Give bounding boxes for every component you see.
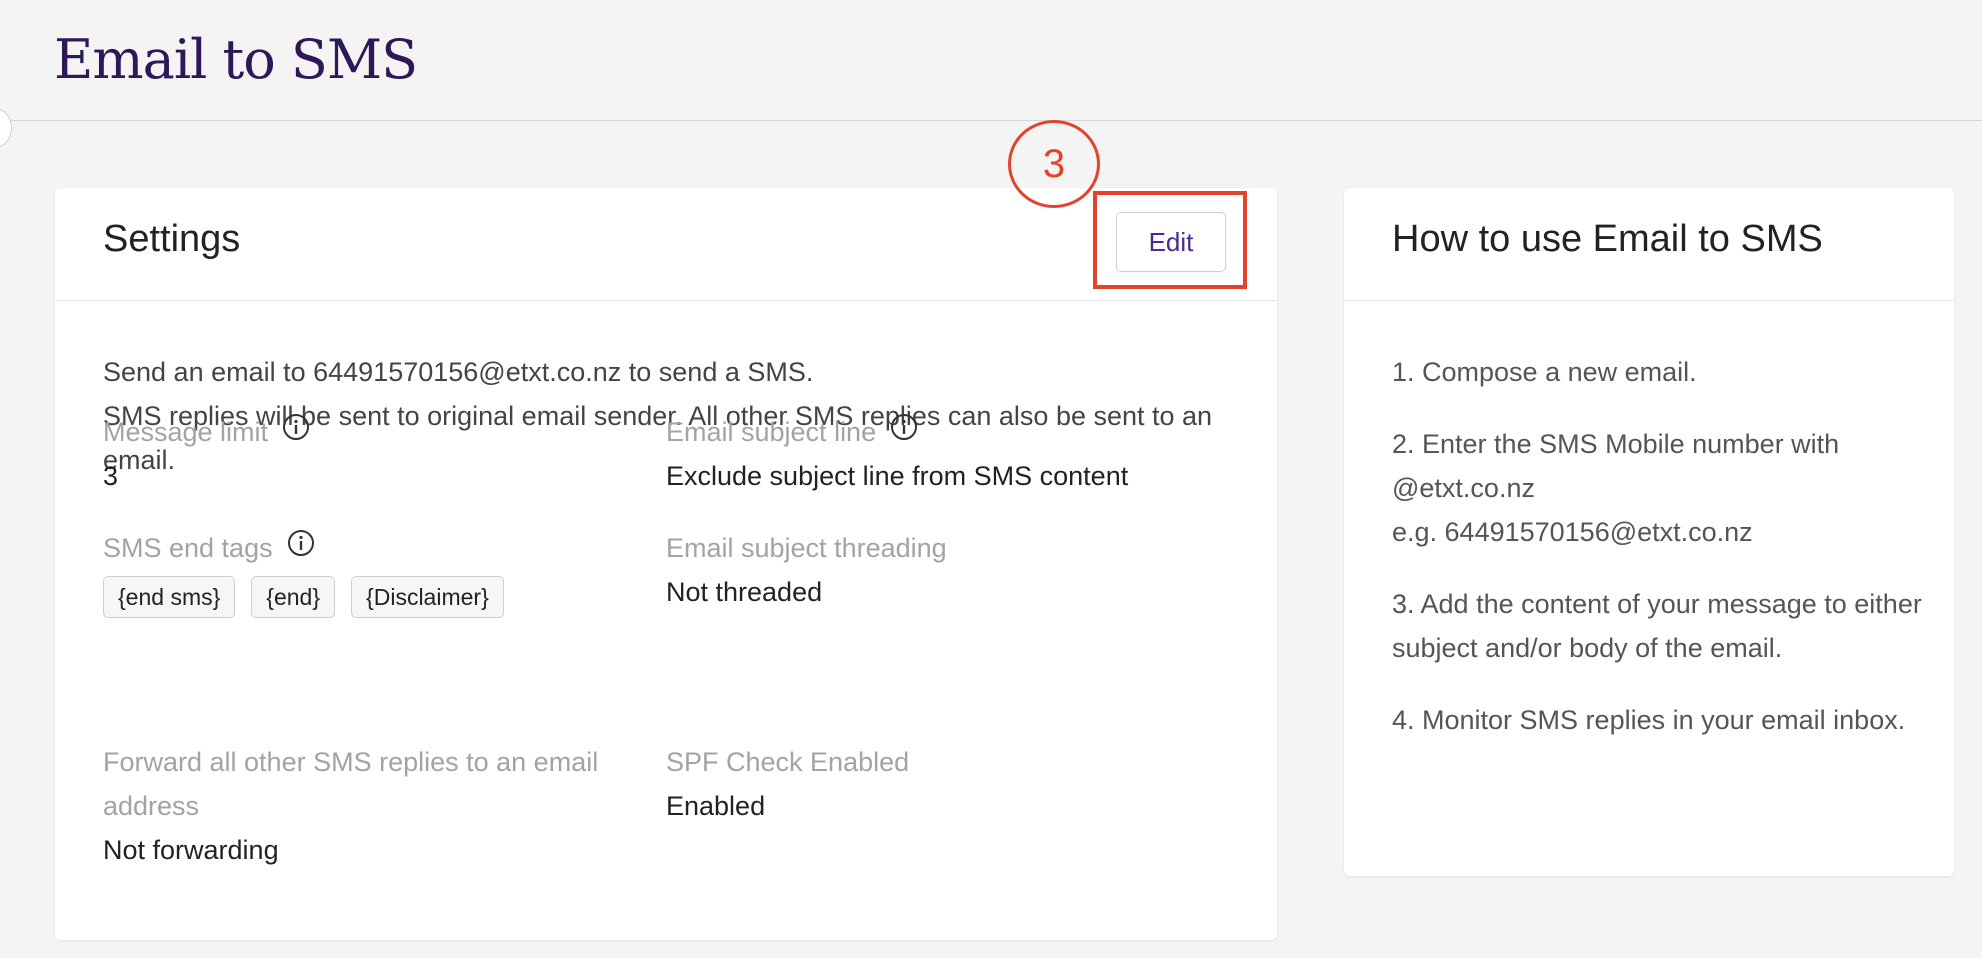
settings-intro-line1: Send an email to 64491570156@etxt.co.nz … — [103, 357, 814, 387]
forward-replies-value: Not forwarding — [103, 835, 279, 865]
tag-chip: {end sms} — [103, 576, 236, 618]
field-label-message-limit: Message limit — [103, 410, 643, 454]
spf-check-label: SPF Check Enabled — [666, 747, 910, 777]
field-label-email-subject-line: Email subject line — [666, 410, 1246, 454]
howto-step: 4. Monitor SMS replies in your email inb… — [1392, 698, 1922, 742]
howto-title: How to use Email to SMS — [1392, 218, 1823, 260]
howto-step-text: 1. Compose a new email. — [1392, 357, 1697, 387]
howto-step-example: e.g. 64491570156@etxt.co.nz — [1392, 517, 1753, 547]
edit-button[interactable]: Edit — [1116, 212, 1226, 272]
field-message-limit: Message limit 3 — [103, 410, 643, 498]
page-title: Email to SMS — [54, 28, 418, 91]
howto-step-text: 4. Monitor SMS replies in your email inb… — [1392, 705, 1906, 735]
settings-title: Settings — [103, 218, 241, 260]
field-email-subject-line: Email subject line Exclude subject line … — [666, 410, 1246, 498]
page-header: Email to SMS — [0, 0, 1982, 121]
info-icon[interactable] — [282, 410, 310, 454]
howto-step: 1. Compose a new email. — [1392, 350, 1922, 394]
sms-end-tags-label: SMS end tags — [103, 533, 273, 563]
email-subject-threading-label: Email subject threading — [666, 533, 947, 563]
message-limit-value: 3 — [103, 461, 119, 491]
email-subject-line-value: Exclude subject line from SMS content — [666, 461, 1129, 491]
howto-card-header: How to use Email to SMS — [1344, 188, 1954, 301]
email-subject-line-label: Email subject line — [666, 417, 877, 447]
howto-card: How to use Email to SMS 1. Compose a new… — [1344, 188, 1954, 876]
field-sms-end-tags: SMS end tags {end sms} {end} {Disclaimer… — [103, 526, 643, 618]
field-label-sms-end-tags: SMS end tags — [103, 526, 643, 570]
sms-end-tags-list: {end sms} {end} {Disclaimer} — [103, 576, 643, 618]
howto-steps: 1. Compose a new email. 2. Enter the SMS… — [1392, 350, 1922, 770]
howto-step: 2. Enter the SMS Mobile number with @etx… — [1392, 422, 1922, 554]
howto-step: 3. Add the content of your message to ei… — [1392, 582, 1922, 670]
tag-chip: {end} — [251, 576, 336, 618]
field-forward-replies: Forward all other SMS replies to an emai… — [103, 740, 623, 872]
howto-step-text: 3. Add the content of your message to ei… — [1392, 589, 1922, 663]
email-subject-threading-value: Not threaded — [666, 577, 823, 607]
tag-chip: {Disclaimer} — [351, 576, 504, 618]
settings-card: Settings Edit Send an email to 644915701… — [55, 188, 1277, 940]
howto-step-text: 2. Enter the SMS Mobile number with @etx… — [1392, 429, 1840, 503]
info-icon[interactable] — [890, 410, 918, 454]
forward-replies-label: Forward all other SMS replies to an emai… — [103, 747, 599, 821]
spf-check-value: Enabled — [666, 791, 766, 821]
annotation-step-badge: 3 — [1008, 120, 1100, 208]
field-spf-check: SPF Check Enabled Enabled — [666, 740, 1246, 828]
settings-card-header: Settings Edit — [55, 188, 1277, 301]
info-icon[interactable] — [287, 526, 315, 570]
field-email-subject-threading: Email subject threading Not threaded — [666, 526, 1246, 614]
message-limit-label: Message limit — [103, 417, 269, 447]
